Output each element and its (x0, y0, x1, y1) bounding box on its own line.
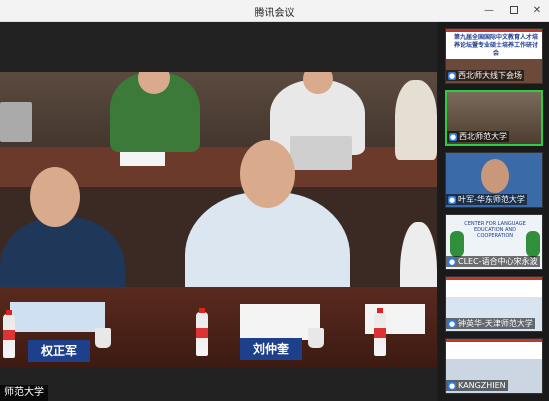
user-icon: ● (448, 381, 456, 390)
maximize-icon[interactable] (505, 2, 523, 20)
user-icon: ● (448, 319, 456, 328)
user-icon: ● (448, 71, 456, 80)
participant-thumb[interactable]: ● 钟英华-天津师范大学 (445, 276, 543, 332)
nameplate-center: 刘仲奎 (240, 338, 302, 360)
conference-banner: 第九届全国国际中文教育人才培养论坛暨专业硕士培养工作研讨会 (453, 34, 538, 57)
participant-thumb[interactable]: ● KANGZHIEN (445, 338, 543, 394)
window-title: 腾讯会议 (254, 8, 295, 19)
nameplate-left: 权正军 (28, 340, 90, 362)
participant-thumb[interactable]: CENTER FOR LANGUAGE EDUCATION AND COOPER… (445, 214, 543, 270)
user-icon: ● (448, 195, 456, 204)
participant-thumb[interactable]: 第九届全国国际中文教育人才培养论坛暨专业硕士培养工作研讨会 ● 西北师大线下会场 (445, 28, 543, 84)
minimize-icon[interactable]: — (480, 2, 498, 20)
main-video[interactable]: 权正军 刘仲奎 师范大学 (0, 22, 437, 401)
participant-name: 钟英华-天津师范大学 (458, 319, 533, 328)
conference-room-video: 权正军 刘仲奎 (0, 72, 437, 368)
title-bar: 腾讯会议 — ✕ (0, 0, 549, 22)
subtitle-text: 师范大学 (0, 385, 48, 401)
participant-name: 西北师大线下会场 (458, 71, 522, 80)
participant-name: CLEC-语合中心宋永波 (458, 257, 538, 266)
participant-thumb[interactable]: ● 叶军-华东师范大学 (445, 152, 543, 208)
participant-name: KANGZHIEN (458, 381, 506, 390)
participant-thumb-active[interactable]: ● 西北师范大学 (445, 90, 543, 146)
close-icon[interactable]: ✕ (528, 2, 546, 20)
participant-name: 叶军-华东师范大学 (458, 195, 525, 204)
user-icon: ● (448, 257, 456, 266)
user-icon: ● (449, 132, 457, 141)
participant-name: 西北师范大学 (459, 132, 507, 141)
clec-banner: CENTER FOR LANGUAGE EDUCATION AND COOPER… (464, 221, 526, 239)
participant-sidebar: 第九届全国国际中文教育人才培养论坛暨专业硕士培养工作研讨会 ● 西北师大线下会场 … (439, 22, 549, 401)
